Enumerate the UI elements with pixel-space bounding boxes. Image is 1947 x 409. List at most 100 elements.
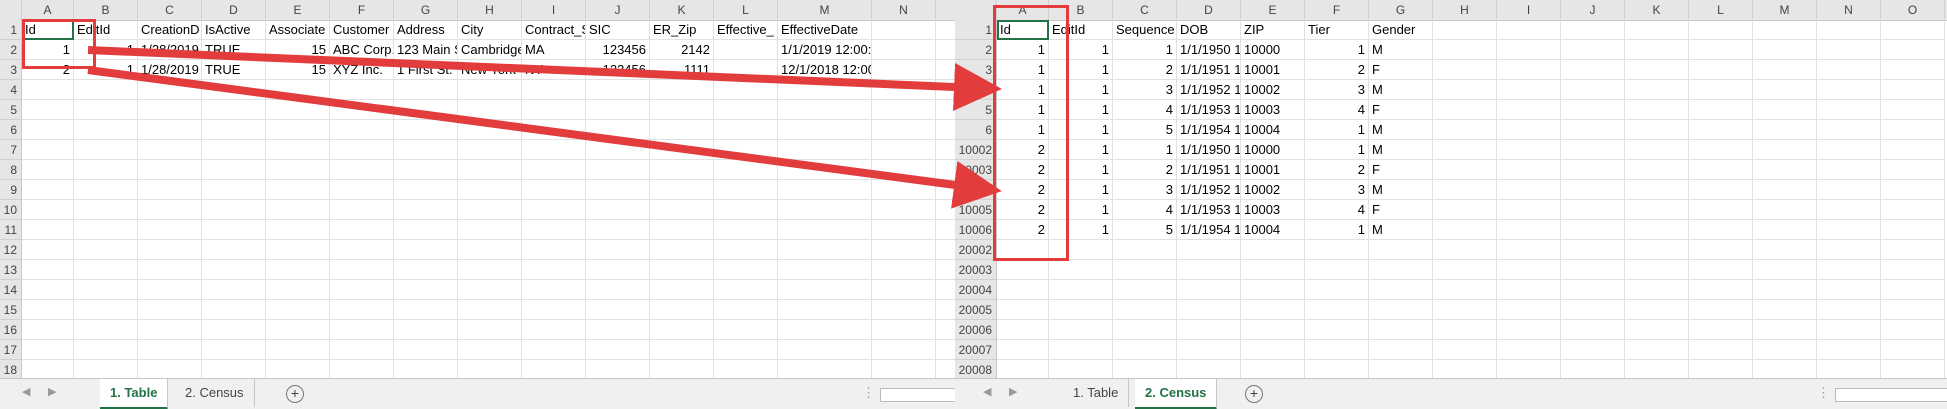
data-cell[interactable]: XYZ Inc. [330, 60, 394, 80]
data-cell[interactable] [202, 80, 266, 100]
data-cell[interactable] [138, 160, 202, 180]
column-header-J[interactable]: J [586, 0, 650, 20]
data-cell[interactable] [266, 180, 330, 200]
data-cell[interactable] [1305, 240, 1369, 260]
data-cell[interactable] [458, 320, 522, 340]
data-cell[interactable] [1241, 240, 1305, 260]
data-cell[interactable] [1497, 260, 1561, 280]
data-cell[interactable] [1753, 320, 1817, 340]
data-cell[interactable] [202, 280, 266, 300]
data-cell[interactable] [1561, 40, 1625, 60]
data-cell[interactable] [936, 300, 955, 320]
row-header[interactable]: 13 [0, 260, 22, 280]
data-cell[interactable] [1561, 260, 1625, 280]
data-cell[interactable] [522, 120, 586, 140]
data-cell[interactable] [1369, 360, 1433, 380]
data-cell[interactable] [650, 100, 714, 120]
data-cell[interactable] [1625, 300, 1689, 320]
data-cell[interactable]: F [1369, 160, 1433, 180]
row-header[interactable]: 8 [0, 160, 22, 180]
data-cell[interactable]: 1/28/2019 [138, 40, 202, 60]
row-header[interactable]: 5 [0, 100, 22, 120]
data-cell[interactable] [74, 320, 138, 340]
data-cell[interactable] [1817, 100, 1881, 120]
data-cell[interactable] [1753, 180, 1817, 200]
data-cell[interactable] [1881, 180, 1945, 200]
data-cell[interactable]: M [1369, 120, 1433, 140]
data-cell[interactable] [1433, 200, 1497, 220]
data-cell[interactable] [330, 120, 394, 140]
data-cell[interactable] [1689, 280, 1753, 300]
row-header[interactable]: 10003 [955, 160, 997, 180]
column-header-E[interactable]: E [1241, 0, 1305, 20]
data-cell[interactable] [714, 280, 778, 300]
data-cell[interactable] [936, 340, 955, 360]
data-cell[interactable]: 4 [1113, 200, 1177, 220]
data-cell[interactable]: 1/1/1950 1 [1177, 140, 1241, 160]
data-cell[interactable] [1689, 360, 1753, 380]
data-cell[interactable]: 10001 [1241, 60, 1305, 80]
horizontal-scrollbar[interactable] [880, 388, 955, 402]
data-cell[interactable] [1369, 300, 1433, 320]
data-cell[interactable] [1113, 320, 1177, 340]
header-cell[interactable]: Customer [330, 20, 394, 40]
header-cell[interactable]: Contract_S [522, 20, 586, 40]
data-cell[interactable]: 2 [1113, 160, 1177, 180]
data-cell[interactable] [1753, 40, 1817, 60]
data-cell[interactable]: 1111 [650, 60, 714, 80]
data-cell[interactable] [1305, 260, 1369, 280]
data-cell[interactable] [22, 340, 74, 360]
data-cell[interactable] [74, 180, 138, 200]
data-cell[interactable] [458, 120, 522, 140]
data-cell[interactable] [22, 80, 74, 100]
row-header[interactable]: 3 [0, 60, 22, 80]
data-cell[interactable] [1305, 340, 1369, 360]
data-cell[interactable] [1497, 120, 1561, 140]
data-cell[interactable] [138, 300, 202, 320]
data-cell[interactable] [22, 320, 74, 340]
data-cell[interactable] [522, 160, 586, 180]
data-cell[interactable]: NY [522, 60, 586, 80]
data-cell[interactable] [22, 360, 74, 380]
data-cell[interactable] [714, 240, 778, 260]
row-header[interactable]: 12 [0, 240, 22, 260]
data-cell[interactable] [1625, 80, 1689, 100]
data-cell[interactable] [522, 240, 586, 260]
row-header[interactable]: 17 [0, 340, 22, 360]
header-cell[interactable] [1625, 20, 1689, 40]
data-cell[interactable] [936, 320, 955, 340]
data-cell[interactable] [1177, 280, 1241, 300]
data-cell[interactable] [586, 180, 650, 200]
header-cell[interactable]: EditId [74, 20, 138, 40]
data-cell[interactable] [1305, 360, 1369, 380]
data-cell[interactable] [872, 260, 936, 280]
data-cell[interactable]: 1/1/1953 1 [1177, 200, 1241, 220]
column-header-K[interactable]: K [1625, 0, 1689, 20]
data-cell[interactable] [1433, 120, 1497, 140]
data-cell[interactable] [1625, 40, 1689, 60]
data-cell[interactable] [330, 160, 394, 180]
data-cell[interactable] [266, 220, 330, 240]
data-cell[interactable] [1817, 240, 1881, 260]
data-cell[interactable] [1561, 360, 1625, 380]
data-cell[interactable]: TRUE [202, 60, 266, 80]
data-cell[interactable] [1561, 180, 1625, 200]
data-cell[interactable] [1369, 320, 1433, 340]
data-cell[interactable] [936, 240, 955, 260]
data-cell[interactable] [1881, 60, 1945, 80]
data-cell[interactable] [74, 80, 138, 100]
row-header[interactable]: 20004 [955, 280, 997, 300]
data-cell[interactable] [1753, 80, 1817, 100]
data-cell[interactable] [1433, 160, 1497, 180]
data-cell[interactable] [1881, 320, 1945, 340]
data-cell[interactable] [778, 360, 872, 380]
data-cell[interactable] [714, 200, 778, 220]
header-cell[interactable]: ER_Zip [650, 20, 714, 40]
data-cell[interactable] [394, 120, 458, 140]
data-cell[interactable] [650, 300, 714, 320]
data-cell[interactable] [330, 220, 394, 240]
data-cell[interactable] [1241, 280, 1305, 300]
data-cell[interactable] [936, 140, 955, 160]
data-cell[interactable] [1753, 360, 1817, 380]
data-cell[interactable] [936, 100, 955, 120]
